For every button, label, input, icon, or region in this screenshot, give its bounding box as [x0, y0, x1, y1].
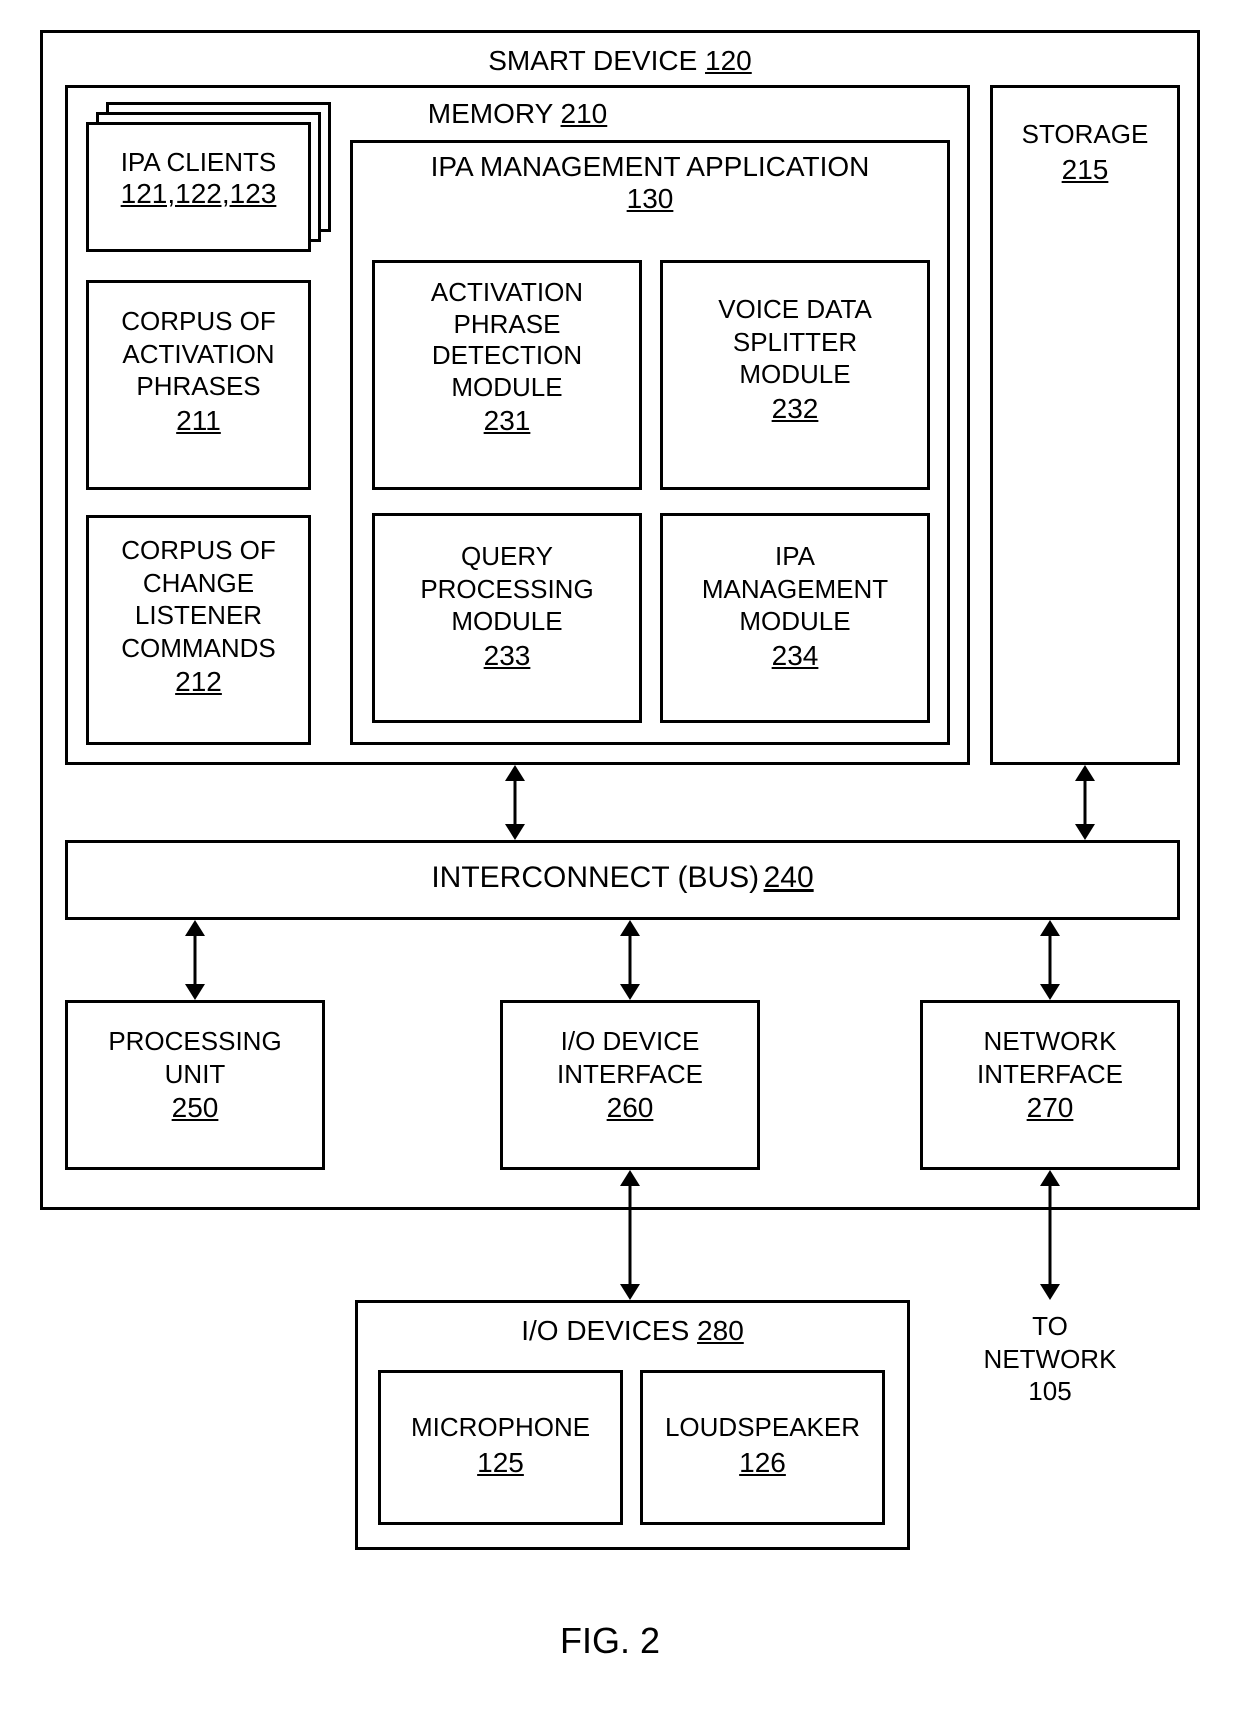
corpus-activation-ref: 211 — [89, 403, 308, 438]
qpm-box: QUERY PROCESSING MODULE 233 — [372, 513, 642, 723]
arrow-neti-out — [1040, 1170, 1060, 1300]
corpus-change-l1: CORPUS OF — [89, 534, 308, 567]
memory-label: MEMORY — [428, 98, 553, 129]
iodev-title: I/O DEVICES 280 — [358, 1303, 907, 1347]
ipa-mgmt-app-label: IPA MANAGEMENT APPLICATION — [353, 151, 947, 183]
spk-box: LOUDSPEAKER 126 — [640, 1370, 885, 1525]
corpus-activation-l1: CORPUS OF — [89, 305, 308, 338]
arrow-neti-bus — [1040, 920, 1060, 1000]
bus-ref: 240 — [764, 861, 814, 894]
imm-l3: MODULE — [663, 605, 927, 638]
imm-box: IPA MANAGEMENT MODULE 234 — [660, 513, 930, 723]
vdsm-box: VOICE DATA SPLITTER MODULE 232 — [660, 260, 930, 490]
iodev-ref: 280 — [697, 1315, 744, 1346]
apdm-l2: PHRASE — [375, 309, 639, 341]
corpus-change-l2: CHANGE — [89, 567, 308, 600]
arrow-memory-bus — [505, 765, 525, 840]
apdm-l4: MODULE — [375, 372, 639, 404]
mic-label: MICROPHONE — [381, 1411, 620, 1445]
apdm-l1: ACTIVATION — [375, 277, 639, 309]
bus-label: INTERCONNECT (BUS) — [431, 861, 759, 894]
neti-l2: INTERFACE — [923, 1058, 1177, 1091]
smart-device-label: SMART DEVICE — [488, 45, 697, 76]
ipa-mgmt-app-ref: 130 — [353, 183, 947, 215]
arrow-iodi-iodev — [620, 1170, 640, 1300]
cpu-box: PROCESSING UNIT 250 — [65, 1000, 325, 1170]
spk-label: LOUDSPEAKER — [643, 1411, 882, 1445]
imm-l1: IPA — [663, 540, 927, 573]
apdm-ref: 231 — [375, 404, 639, 438]
to-network-l2: NETWORK — [960, 1343, 1140, 1376]
ipa-mgmt-app-title: IPA MANAGEMENT APPLICATION 130 — [353, 143, 947, 215]
mic-ref: 125 — [381, 1445, 620, 1481]
corpus-change-l4: COMMANDS — [89, 632, 308, 665]
figure-caption: FIG. 2 — [560, 1620, 660, 1662]
apdm-box: ACTIVATION PHRASE DETECTION MODULE 231 — [372, 260, 642, 490]
cpu-l1: PROCESSING — [68, 1025, 322, 1058]
corpus-activation-box: CORPUS OF ACTIVATION PHRASES 211 — [86, 280, 311, 490]
smart-device-title: SMART DEVICE 120 — [43, 33, 1197, 77]
storage-box: STORAGE 215 — [990, 85, 1180, 765]
storage-label: STORAGE — [993, 118, 1177, 152]
bus-box: INTERCONNECT (BUS) 240 — [65, 840, 1180, 920]
to-network-l1: TO — [960, 1310, 1140, 1343]
neti-ref: 270 — [923, 1090, 1177, 1125]
neti-l1: NETWORK — [923, 1025, 1177, 1058]
iodev-label: I/O DEVICES — [521, 1315, 689, 1346]
corpus-change-ref: 212 — [89, 664, 308, 699]
iodi-l2: INTERFACE — [503, 1058, 757, 1091]
iodi-box: I/O DEVICE INTERFACE 260 — [500, 1000, 760, 1170]
corpus-change-l3: LISTENER — [89, 599, 308, 632]
ipa-clients-box: IPA CLIENTS 121,122,123 — [86, 122, 311, 252]
arrow-cpu-bus — [185, 920, 205, 1000]
smart-device-ref: 120 — [705, 45, 752, 76]
imm-l2: MANAGEMENT — [663, 573, 927, 606]
mic-box: MICROPHONE 125 — [378, 1370, 623, 1525]
imm-ref: 234 — [663, 638, 927, 673]
neti-box: NETWORK INTERFACE 270 — [920, 1000, 1180, 1170]
corpus-activation-l2: ACTIVATION — [89, 338, 308, 371]
corpus-activation-l3: PHRASES — [89, 370, 308, 403]
vdsm-l2: SPLITTER — [663, 326, 927, 359]
apdm-l3: DETECTION — [375, 340, 639, 372]
corpus-change-box: CORPUS OF CHANGE LISTENER COMMANDS 212 — [86, 515, 311, 745]
iodi-l1: I/O DEVICE — [503, 1025, 757, 1058]
qpm-l1: QUERY — [375, 540, 639, 573]
qpm-l2: PROCESSING — [375, 573, 639, 606]
to-network-text: TO NETWORK 105 — [960, 1310, 1140, 1408]
arrow-storage-bus — [1075, 765, 1095, 840]
cpu-l2: UNIT — [68, 1058, 322, 1091]
cpu-ref: 250 — [68, 1090, 322, 1125]
qpm-ref: 233 — [375, 638, 639, 673]
vdsm-ref: 232 — [663, 391, 927, 426]
vdsm-l1: VOICE DATA — [663, 293, 927, 326]
storage-ref: 215 — [993, 152, 1177, 188]
arrow-iodi-bus — [620, 920, 640, 1000]
iodi-ref: 260 — [503, 1090, 757, 1125]
ipa-clients-ref: 121,122,123 — [89, 178, 308, 210]
memory-ref: 210 — [561, 98, 608, 129]
spk-ref: 126 — [643, 1445, 882, 1481]
vdsm-l3: MODULE — [663, 358, 927, 391]
to-network-l3: 105 — [960, 1375, 1140, 1408]
ipa-clients-label: IPA CLIENTS — [89, 147, 308, 178]
qpm-l3: MODULE — [375, 605, 639, 638]
